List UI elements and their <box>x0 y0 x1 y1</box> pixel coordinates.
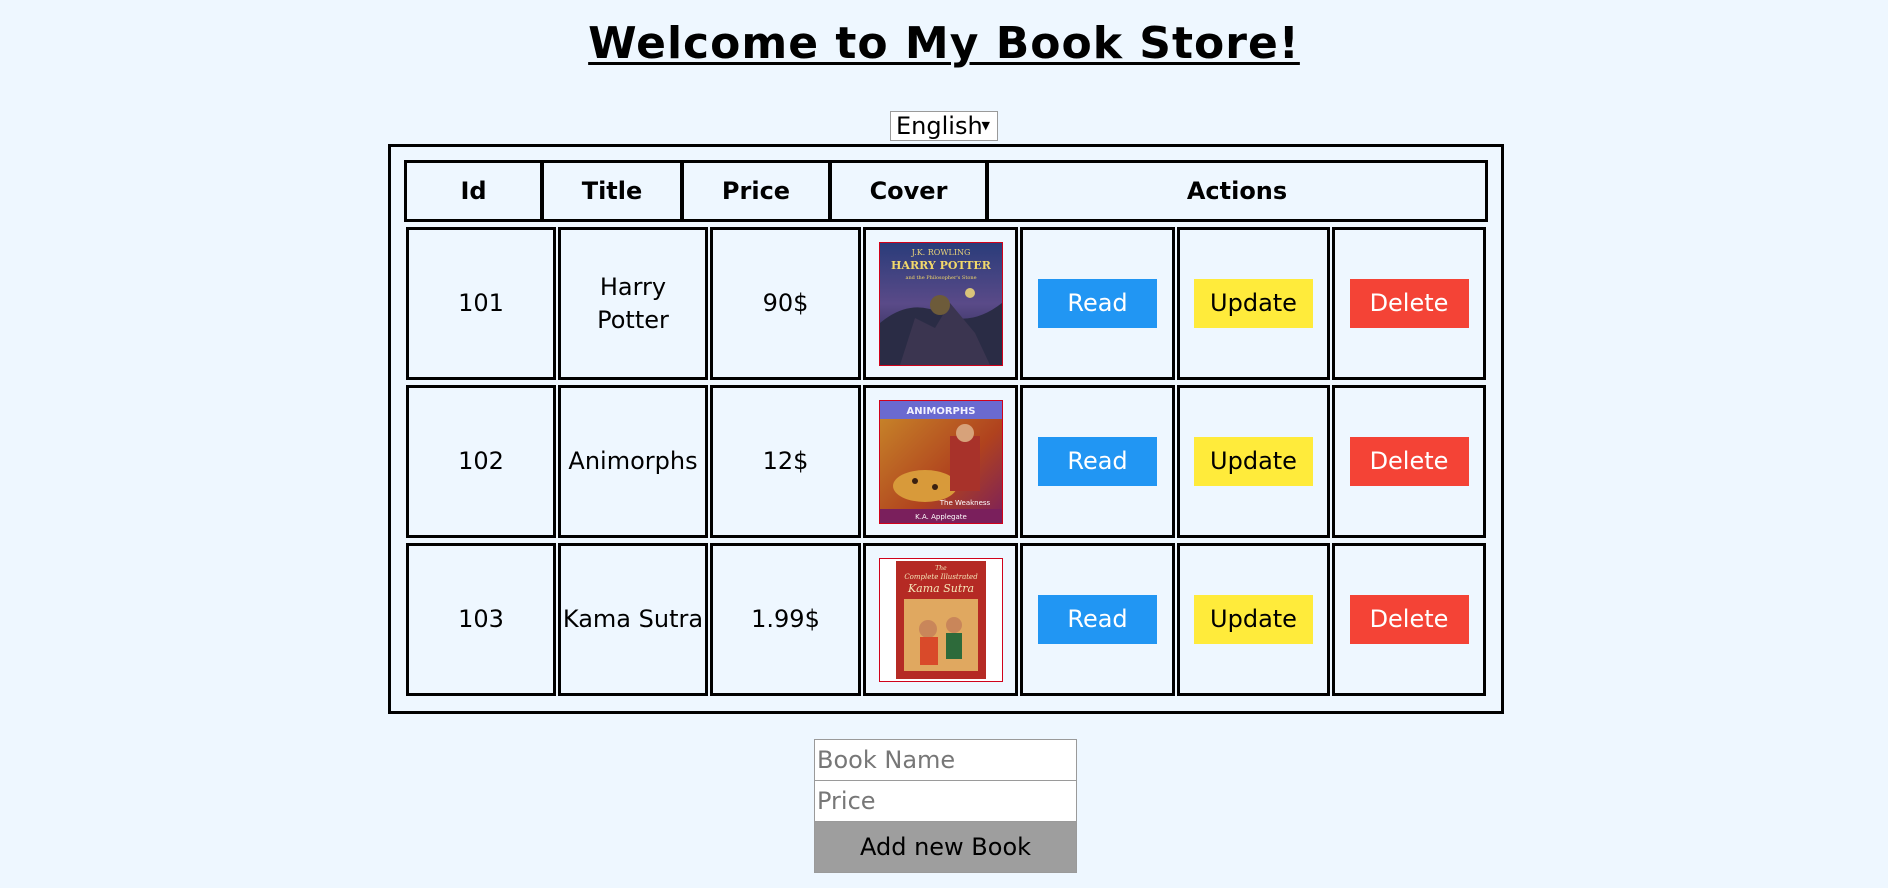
cell-cover: The Complete Illustrated Kama Sutra <box>863 543 1018 696</box>
cover-title: ANIMORPHS <box>906 406 975 417</box>
cell-id: 102 <box>406 385 556 538</box>
update-button[interactable]: Update <box>1194 279 1313 328</box>
add-book-button[interactable]: Add new Book <box>814 821 1077 873</box>
harry-potter-cover-image: J.K. ROWLING HARRY POTTER and the Philos… <box>879 242 1002 365</box>
cover-author: K.A. Applegate <box>915 513 967 521</box>
price-input[interactable] <box>814 780 1077 822</box>
delete-button[interactable]: Delete <box>1349 437 1469 486</box>
cover-title: Kama Sutra <box>906 582 973 595</box>
cover-title: HARRY POTTER <box>891 259 992 272</box>
book-cover-kama-sutra: The Complete Illustrated Kama Sutra <box>878 557 1003 682</box>
cover-subtitle: Complete Illustrated <box>904 573 978 581</box>
cell-delete: Delete <box>1332 543 1486 696</box>
cover-article: The <box>935 565 947 572</box>
read-button[interactable]: Read <box>1038 279 1157 328</box>
update-button[interactable]: Update <box>1194 437 1313 486</box>
book-cover-animorphs: ANIMORPHS The Weakness K.A. Applegate <box>878 399 1003 524</box>
delete-button[interactable]: Delete <box>1349 595 1469 644</box>
header-price: Price <box>681 160 831 222</box>
book-name-input[interactable] <box>814 739 1077 781</box>
language-select[interactable]: English ▼ <box>890 111 998 141</box>
cover-author: J.K. ROWLING <box>910 248 970 257</box>
cell-cover: ANIMORPHS The Weakness K.A. Applegate <box>863 385 1018 538</box>
cell-cover: J.K. ROWLING HARRY POTTER and the Philos… <box>863 227 1018 380</box>
delete-button[interactable]: Delete <box>1349 279 1469 328</box>
animorphs-cover-image: ANIMORPHS The Weakness K.A. Applegate <box>879 400 1002 523</box>
cell-update: Update <box>1177 385 1330 538</box>
cell-update: Update <box>1177 227 1330 380</box>
read-button[interactable]: Read <box>1038 437 1157 486</box>
cell-price: 12$ <box>710 385 861 538</box>
header-cover: Cover <box>829 160 988 222</box>
book-cover-harry-potter: J.K. ROWLING HARRY POTTER and the Philos… <box>878 241 1003 366</box>
update-button[interactable]: Update <box>1194 595 1313 644</box>
caret-down-icon: ▼ <box>981 119 990 132</box>
header-actions: Actions <box>986 160 1488 222</box>
cell-price: 1.99$ <box>710 543 861 696</box>
read-button[interactable]: Read <box>1038 595 1157 644</box>
cell-id: 103 <box>406 543 556 696</box>
cell-read: Read <box>1020 385 1175 538</box>
cell-title: Harry Potter <box>558 227 708 380</box>
cover-subtitle: The Weakness <box>938 499 990 507</box>
cell-delete: Delete <box>1332 385 1486 538</box>
cell-title: Animorphs <box>558 385 708 538</box>
language-select-value: English <box>896 112 983 140</box>
cell-id: 101 <box>406 227 556 380</box>
cell-title: Kama Sutra <box>558 543 708 696</box>
page-title-text: Welcome to My Book Store! <box>588 18 1300 69</box>
cell-delete: Delete <box>1332 227 1486 380</box>
cell-price: 90$ <box>710 227 861 380</box>
header-title: Title <box>541 160 683 222</box>
cell-read: Read <box>1020 227 1175 380</box>
kama-sutra-cover-image: The Complete Illustrated Kama Sutra <box>879 558 1002 681</box>
cell-update: Update <box>1177 543 1330 696</box>
page-title: Welcome to My Book Store! <box>0 14 1888 74</box>
cell-read: Read <box>1020 543 1175 696</box>
cover-subtitle: and the Philosopher's Stone <box>905 275 976 281</box>
header-id: Id <box>404 160 543 222</box>
